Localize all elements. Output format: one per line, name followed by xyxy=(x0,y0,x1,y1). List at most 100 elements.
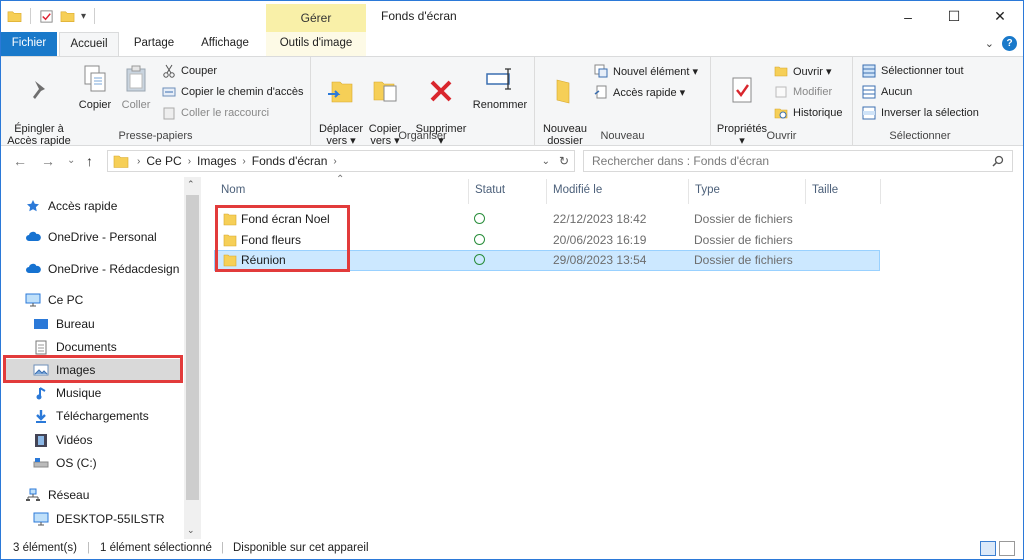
details-view-icon[interactable] xyxy=(980,541,996,556)
history-button[interactable]: Historique xyxy=(773,105,843,121)
pin-icon xyxy=(33,81,45,99)
close-button[interactable]: ✕ xyxy=(977,1,1023,32)
breadcrumb-separator-icon[interactable]: › xyxy=(242,156,245,167)
breadcrumb-wallpapers[interactable]: Fonds d'écran xyxy=(252,154,328,168)
tab-home[interactable]: Accueil xyxy=(59,32,119,56)
copy-icon xyxy=(84,65,106,92)
computer-icon xyxy=(25,292,41,308)
breadcrumb-this-pc[interactable]: Ce PC xyxy=(146,154,181,168)
help-icon[interactable]: ? xyxy=(1002,36,1017,51)
separator xyxy=(30,8,31,24)
rename-icon xyxy=(486,68,511,90)
column-divider[interactable] xyxy=(546,179,547,204)
scrollbar-thumb[interactable] xyxy=(186,195,199,500)
easy-access-icon xyxy=(594,85,607,99)
view-switcher xyxy=(980,541,1015,556)
copy-path-icon xyxy=(162,87,176,97)
nav-quick-access[interactable]: Accès rapide xyxy=(25,198,117,214)
breadcrumb-separator-icon[interactable]: › xyxy=(188,156,191,167)
folder-icon[interactable] xyxy=(7,9,22,24)
scissors-icon xyxy=(163,64,175,78)
nav-desktop[interactable]: Bureau xyxy=(33,316,95,332)
nav-downloads[interactable]: Téléchargements xyxy=(33,408,149,424)
nav-onedrive-personal[interactable]: OneDrive - Personal xyxy=(25,229,157,245)
new-folder-icon[interactable] xyxy=(60,9,75,24)
paste-button[interactable]: Coller xyxy=(117,63,155,111)
tab-picture-tools[interactable]: Outils d'image xyxy=(266,32,366,56)
large-icons-view-icon[interactable] xyxy=(999,541,1015,556)
column-size[interactable]: Taille xyxy=(812,184,838,196)
paste-shortcut-icon xyxy=(163,107,175,120)
status-bar: 3 élément(s) | 1 élément sélectionné | D… xyxy=(1,539,1023,559)
invert-selection-button[interactable]: Inverser la sélection xyxy=(861,105,979,121)
up-arrow-icon[interactable]: ↑ xyxy=(86,153,93,169)
properties-icon[interactable] xyxy=(39,9,54,24)
tab-view[interactable]: Affichage xyxy=(191,32,259,56)
paste-shortcut-button[interactable]: Coller le raccourci xyxy=(161,105,269,121)
search-icon[interactable] xyxy=(992,155,1004,167)
expand-ribbon-icon[interactable]: ⌄ xyxy=(985,37,994,50)
column-divider[interactable] xyxy=(805,179,806,204)
minimize-button[interactable]: – xyxy=(885,1,931,32)
nav-label: Documents xyxy=(56,340,117,354)
nav-this-pc[interactable]: Ce PC xyxy=(25,292,83,308)
nav-onedrive-work[interactable]: OneDrive - Rédacdesign xyxy=(25,261,179,277)
nav-os-drive[interactable]: OS (C:) xyxy=(33,455,97,471)
cut-button[interactable]: Couper xyxy=(161,63,217,79)
back-arrow-icon[interactable]: ← xyxy=(13,153,27,169)
column-divider[interactable] xyxy=(688,179,689,204)
new-item-button[interactable]: Nouvel élément ▾ xyxy=(593,63,698,79)
column-divider[interactable] xyxy=(880,179,881,204)
group-label-organize: Organiser xyxy=(398,130,447,142)
copy-button[interactable]: Copier xyxy=(75,63,115,111)
file-type: Dossier de fichiers xyxy=(694,233,793,247)
tab-share[interactable]: Partage xyxy=(125,32,183,56)
nav-desktop-pc[interactable]: DESKTOP-55ILSTR xyxy=(33,511,164,527)
column-divider[interactable] xyxy=(468,179,469,204)
nav-network[interactable]: Réseau xyxy=(25,487,89,503)
nav-videos[interactable]: Vidéos xyxy=(33,432,92,448)
column-type[interactable]: Type xyxy=(695,184,720,196)
paste-label: Coller xyxy=(121,99,151,111)
rename-button[interactable]: Renommer xyxy=(471,63,529,111)
window-controls: – ☐ ✕ xyxy=(885,1,1023,32)
column-name[interactable]: Nom xyxy=(221,184,245,196)
refresh-icon[interactable]: ↻ xyxy=(559,154,569,168)
search-input[interactable]: Rechercher dans : Fonds d'écran xyxy=(583,150,1013,172)
scroll-up-icon[interactable]: ⌃ xyxy=(187,179,195,190)
group-clipboard: Épingler à Accès rapide Copier Coller Co… xyxy=(1,57,311,147)
customize-qat-icon[interactable]: ▾ xyxy=(81,11,86,22)
recent-locations-icon[interactable]: ⌄ xyxy=(67,155,75,166)
forward-arrow-icon[interactable]: → xyxy=(41,153,55,169)
select-all-icon xyxy=(862,64,876,78)
history-icon xyxy=(774,108,788,119)
navigation-scrollbar[interactable]: ⌃ ⌄ xyxy=(184,177,201,539)
easy-access-button[interactable]: Accès rapide ▾ xyxy=(593,84,685,100)
address-bar[interactable]: › Ce PC › Images › Fonds d'écran › ⌄ ↻ xyxy=(107,150,575,172)
star-icon xyxy=(25,198,41,214)
column-modified[interactable]: Modifié le xyxy=(553,184,602,196)
edit-button[interactable]: Modifier xyxy=(773,84,832,100)
nav-documents[interactable]: Documents xyxy=(33,339,117,355)
select-all-button[interactable]: Sélectionner tout xyxy=(861,63,964,79)
contextual-tab-manage[interactable]: Gérer xyxy=(266,4,366,32)
nav-music[interactable]: Musique xyxy=(33,385,101,401)
tab-file[interactable]: Fichier xyxy=(1,32,57,56)
breadcrumb-separator-icon[interactable]: › xyxy=(137,156,140,167)
breadcrumb-images[interactable]: Images xyxy=(197,154,236,168)
breadcrumb-separator-icon[interactable]: › xyxy=(333,156,336,167)
group-label-select: Sélectionner xyxy=(889,130,951,142)
ribbon-right-controls: ⌄ ? xyxy=(985,36,1017,51)
nav-label: Ce PC xyxy=(48,293,84,307)
column-status[interactable]: Statut xyxy=(475,184,505,196)
open-button[interactable]: Ouvrir ▾ xyxy=(773,63,832,79)
scroll-down-icon[interactable]: ⌄ xyxy=(187,525,195,536)
folder-icon xyxy=(113,155,129,168)
move-to-icon xyxy=(328,81,353,103)
copy-path-button[interactable]: Copier le chemin d'accès xyxy=(161,84,304,100)
select-none-button[interactable]: Aucun xyxy=(861,84,912,100)
maximize-button[interactable]: ☐ xyxy=(931,1,977,32)
address-history-icon[interactable]: ⌄ xyxy=(542,156,550,167)
select-all-label: Sélectionner tout xyxy=(881,65,964,77)
download-arrow-icon xyxy=(33,408,49,424)
